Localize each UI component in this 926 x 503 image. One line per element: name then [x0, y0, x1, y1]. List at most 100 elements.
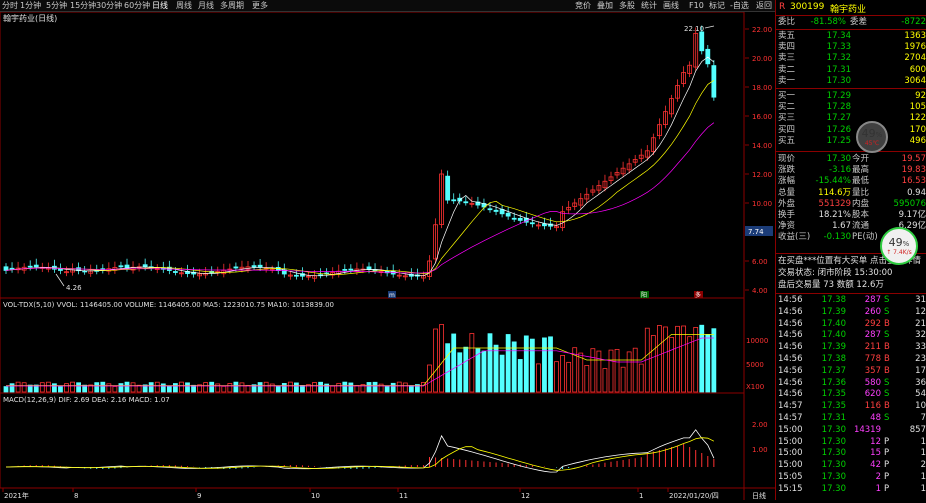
period-btn-3[interactable]: 15分钟: [70, 0, 96, 11]
buy-row: 买二 17.28 105: [778, 102, 926, 113]
sell-row: 卖四 17.33 1976: [778, 42, 926, 53]
period-btn-4[interactable]: 30分钟: [96, 0, 122, 11]
price-tick: 6.00: [752, 258, 768, 266]
period-btn-2[interactable]: 5分钟: [46, 0, 67, 11]
tick-row: 14:56 17.39 260 S 12: [778, 306, 926, 317]
tick-row: 14:56 17.39 211 B 33: [778, 342, 926, 353]
volume-axis: 10000 5000 X100: [746, 337, 768, 391]
svg-text:m: m: [389, 292, 395, 299]
period-btn-1[interactable]: 1分钟: [20, 0, 41, 11]
period-btn-9[interactable]: 多周期: [220, 0, 244, 11]
period-btn-0[interactable]: 分时: [2, 0, 18, 11]
date-tick: 1: [639, 492, 643, 500]
price-tick: 14.00: [752, 142, 772, 150]
high-price-label: 22.10: [684, 25, 704, 33]
stat-row: 涨跌 -3.16 最高 19.83: [778, 165, 926, 176]
price-tick: 18.00: [752, 84, 772, 92]
buy-row: 买三 17.27 122: [778, 113, 926, 124]
quote-header: R 300199 翰宇药业: [776, 0, 926, 15]
price-axis: 22.0020.0018.0016.0014.0012.0010.008.006…: [745, 26, 772, 295]
stat-row: 涨幅 -15.44% 最低 16.53: [778, 176, 926, 187]
tool-btn-3[interactable]: 统计: [641, 0, 657, 11]
tick-row: 14:56 17.40 287 S 32: [778, 330, 926, 341]
tool-btn-6[interactable]: 标记: [709, 0, 725, 11]
tick-row: 14:57 17.31 48 S 7: [778, 413, 926, 423]
macd-tick: 2.00: [752, 421, 768, 429]
tick-row: 15:00 17.30 42 P 2: [778, 460, 926, 471]
tool-btn-4[interactable]: 画线: [663, 0, 679, 11]
period-label: 日线: [752, 491, 766, 500]
sell-row: 卖一 17.30 3064: [778, 75, 926, 86]
period-btn-6[interactable]: 日线: [152, 0, 168, 11]
tool-btn-2[interactable]: 多股: [619, 0, 635, 11]
price-tick: 10.00: [752, 200, 772, 208]
tick-row: 14:56 17.38 778 B 23: [778, 354, 926, 364]
period-toolbar: 分时 1分钟 5分钟 15分钟 30分钟 60分钟 日线 周线 月线 多周期 更多 竞价 叠加 多股 统计画…: [0, 0, 775, 12]
tool-btn-5[interactable]: F10: [689, 0, 704, 11]
period-btn-5[interactable]: 60分钟: [124, 0, 150, 11]
price-tick: 12.00: [752, 171, 772, 179]
tick-row: 15:05 17.30 2 P 1: [778, 472, 926, 482]
tick-row: 15:00 17.30 14319 857: [778, 424, 926, 435]
stock-title: 翰宇药业(日线): [3, 13, 57, 23]
stat-row: 现价 17.30 今开 19.57: [778, 154, 926, 164]
macd-panel-border: [0, 392, 745, 489]
tick-row: 14:57 17.35 116 B 10: [778, 401, 926, 412]
svg-text:阳: 阳: [641, 291, 647, 299]
kline-chart-svg[interactable]: 翰宇药业(日线) VOL-TDX(5,10) VVOL: 1146405.00 …: [0, 11, 775, 500]
cpu-temp-badge[interactable]: 49% 45℃: [856, 121, 888, 153]
sell-row: 卖二 17.31 600: [778, 64, 926, 75]
stat-row: 换手 18.21% 股本 9.17亿: [778, 210, 926, 220]
price-tick: 20.00: [752, 55, 772, 63]
tick-row: 15:15 17.30 1 P 1: [778, 483, 926, 494]
period-btn-7[interactable]: 周线: [176, 0, 192, 11]
date-tick: 9: [197, 492, 201, 500]
stock-name: 翰宇药业: [830, 5, 867, 15]
price-tick: 22.00: [752, 26, 772, 34]
network-speed-badge[interactable]: 49% ↑ 7.4K/s: [880, 227, 918, 265]
quote-panel: R 300199 翰宇药业 委比 -81.58% 委差 -8722 卖五 17.34 136…: [775, 0, 926, 500]
period-btn-8[interactable]: 月线: [198, 0, 214, 11]
volume-tick: 10000: [746, 337, 768, 345]
buy-row: 买五 17.25 496: [778, 135, 926, 146]
low-price-label: 4.26: [66, 284, 82, 292]
tick-row: 14:56 17.40 292 B 21: [778, 318, 926, 329]
date-tick: 2022/01/20/四: [669, 492, 719, 500]
price-tick: 16.00: [752, 113, 772, 121]
chart-area[interactable]: 翰宇药业(日线) VOL-TDX(5,10) VVOL: 1146405.00 …: [0, 11, 775, 500]
date-tick: 8: [74, 492, 78, 500]
tool-btn-0[interactable]: 竞价: [575, 0, 591, 11]
tick-row: 15:00 17.30 12 P 1: [778, 436, 926, 447]
info-line: 盘后交易量 73 数额 12.6万: [778, 280, 884, 290]
date-axis: 2021年 8 9 10 11 12 1 2022/01/20/四: [2, 488, 719, 500]
indicator-lines: [5, 56, 715, 473]
volume-bars: [3, 324, 717, 393]
date-tick: 2021年: [4, 491, 29, 500]
macd-tick: 1.00: [752, 446, 768, 454]
buy-row: 买一 17.29 92: [778, 91, 926, 101]
r-badge: R: [779, 2, 786, 12]
date-tick: 10: [311, 492, 320, 500]
price-tag-text: 7.74: [748, 228, 764, 236]
sell-row: 卖五 17.34 1363: [778, 31, 926, 41]
volume-tick: X100: [746, 383, 764, 391]
kline-panel-border: [0, 11, 745, 299]
volume-tick: 5000: [746, 361, 764, 369]
date-tick: 11: [399, 492, 408, 500]
sell-row: 卖三 17.32 2704: [778, 53, 926, 64]
tick-row: 15:00 17.30 15 P 1: [778, 448, 926, 459]
tool-btn-8[interactable]: 返回: [756, 0, 772, 11]
tick-row: 14:56 17.37 357 B 17: [778, 365, 926, 376]
macd-axis: 2.00 1.00: [752, 421, 768, 454]
tick-row: 14:56 17.35 620 S 54: [778, 389, 926, 400]
period-btn-10[interactable]: 更多: [252, 0, 268, 11]
stock-code: 300199: [790, 2, 825, 12]
volume-header: VOL-TDX(5,10) VVOL: 1146405.00 VOLUME: 1…: [3, 301, 334, 309]
price-tick: 4.00: [752, 287, 768, 295]
info-line: 交易状态: 闭市阶段 15:30:00: [778, 268, 893, 278]
svg-text:多: 多: [695, 291, 701, 299]
tool-btn-1[interactable]: 叠加: [597, 0, 613, 11]
tool-btn-7[interactable]: -自选: [730, 0, 749, 11]
volume-panel-border: [0, 297, 745, 394]
stat-row: 总量 114.6万 量比 0.94: [778, 187, 926, 198]
